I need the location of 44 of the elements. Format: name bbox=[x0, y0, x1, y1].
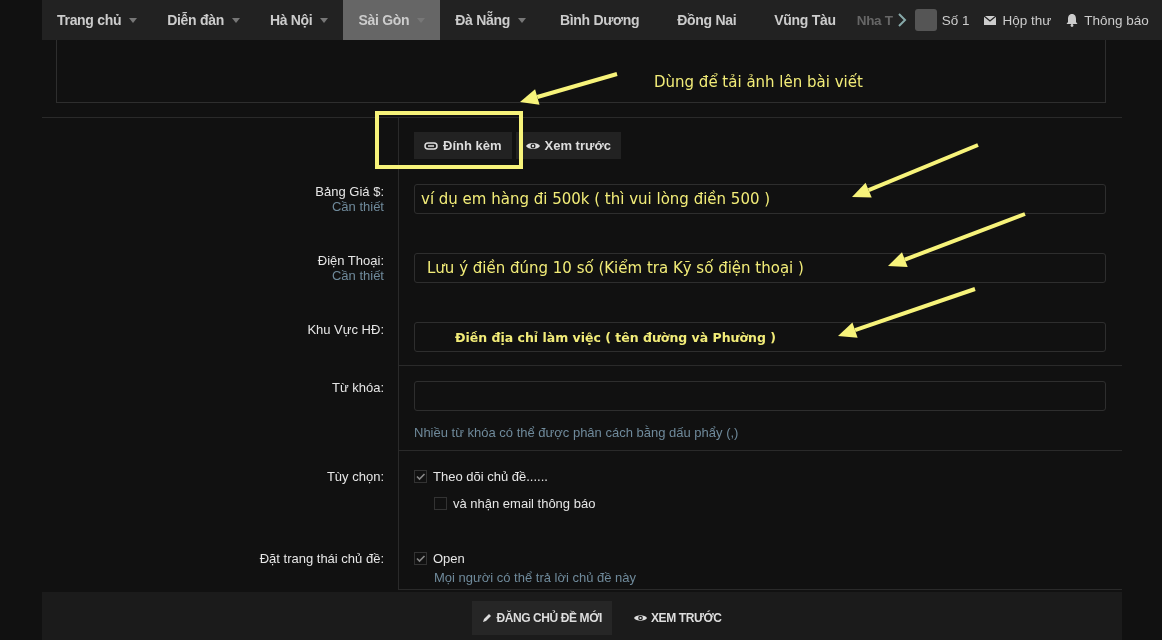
required-note: Cần thiết bbox=[331, 268, 384, 283]
checkbox[interactable] bbox=[414, 552, 427, 565]
field-label: Đặt trang thái chủ đề: bbox=[259, 551, 384, 566]
field-label: Điện Thoại: bbox=[317, 253, 384, 268]
attach-button[interactable]: Đính kèm bbox=[414, 132, 512, 159]
nav-tab[interactable]: Diễn đàn bbox=[152, 0, 255, 40]
preview-button[interactable]: Xem trước bbox=[515, 132, 621, 159]
nav-tab[interactable]: Đà Nẵng bbox=[440, 0, 541, 40]
nav-tab[interactable]: Bình Dương bbox=[540, 0, 659, 40]
nav-tab[interactable]: Vũng Tàu bbox=[755, 0, 855, 40]
field-label: Từ khóa: bbox=[331, 380, 384, 395]
nav-link[interactable]: Hộp thư bbox=[1002, 12, 1052, 28]
checkbox-label: và nhận email thông báo bbox=[453, 496, 596, 511]
nav-tab[interactable]: Trang chủ bbox=[42, 0, 153, 40]
nav-tab[interactable]: Sài Gòn bbox=[343, 0, 441, 40]
field-label: Tùy chọn: bbox=[326, 469, 384, 484]
checkbox-label: Open bbox=[433, 551, 465, 566]
input-field[interactable] bbox=[414, 381, 1106, 411]
chevron-right-icon bbox=[896, 13, 907, 27]
nav-tab[interactable]: Đồng Nai bbox=[658, 0, 756, 40]
nav-link[interactable]: Thông báo bbox=[1084, 12, 1149, 28]
field-label: Khu Vực HĐ: bbox=[307, 322, 384, 337]
eye-icon bbox=[525, 140, 540, 151]
avatar-image[interactable] bbox=[914, 9, 937, 31]
bell-icon bbox=[1065, 13, 1080, 27]
hint-text: Nhiều từ khóa có thể được phân cách bằng dấu phẩy (,) bbox=[414, 425, 740, 440]
checkbox[interactable] bbox=[434, 497, 447, 510]
input-field[interactable]: Lưu ý điền đúng 10 số (Kiểm tra Kỹ số điện thoại ) bbox=[414, 253, 1106, 283]
checkbox-label: Theo dõi chủ đề...... bbox=[433, 469, 548, 484]
paperclip-icon bbox=[424, 141, 438, 150]
preview-button[interactable]: XEM TRƯỚC bbox=[624, 601, 732, 635]
user-name[interactable]: Số 1 bbox=[941, 12, 970, 28]
eye-icon bbox=[634, 613, 647, 623]
submit-button[interactable]: ĐĂNG CHỦ ĐỀ MỚI bbox=[472, 601, 612, 635]
annotation-text: Dùng để tải ảnh lên bài viết bbox=[654, 73, 863, 91]
pencil-icon bbox=[482, 613, 493, 623]
input-field[interactable]: ví dụ em hàng đi 500k ( thì vui lòng điền 500 ) bbox=[414, 184, 1106, 214]
envelope-icon bbox=[983, 13, 998, 27]
required-note: Cần thiết bbox=[331, 199, 384, 214]
input-field[interactable]: Điền địa chỉ làm việc ( tên đường và Phường ) bbox=[414, 322, 1106, 352]
checkbox[interactable] bbox=[414, 470, 427, 483]
nav-tab[interactable]: Hà Nội bbox=[254, 0, 344, 40]
option-description: Mọi người có thể trả lời chủ đề này bbox=[434, 570, 638, 585]
field-label: Bảng Giá $: bbox=[315, 184, 384, 199]
